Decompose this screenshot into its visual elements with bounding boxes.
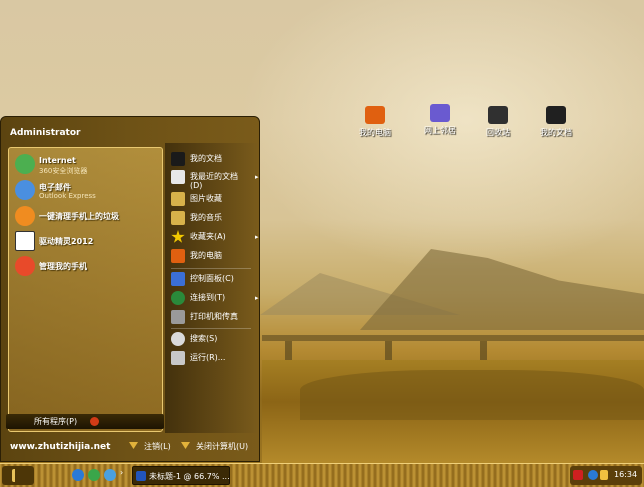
desktop-icon-network[interactable]: 网上邻居 <box>410 104 470 136</box>
quicklaunch-ie-icon[interactable] <box>104 469 116 481</box>
desktop-icon-label: 我的文档 <box>540 128 572 137</box>
menu-divider <box>171 268 251 269</box>
place-item-connect-to[interactable]: 连接到(T) ▸ <box>171 290 261 308</box>
place-item-recent-documents[interactable]: 我最近的文档(D) ▸ <box>171 169 261 191</box>
recent-documents-icon <box>171 170 185 184</box>
program-item-email[interactable]: 电子邮件 Outlook Express <box>15 180 160 202</box>
place-item-favorites[interactable]: 收藏夹(A) ▸ <box>171 229 261 247</box>
logoff-button[interactable]: 注销(L) <box>129 441 171 452</box>
program-item-internet[interactable]: Internet 360安全浏览器 <box>15 154 160 176</box>
program-subtitle: Outlook Express <box>39 192 96 200</box>
desktop-icon-label: 我的电脑 <box>359 128 391 137</box>
sogou-ime-icon[interactable] <box>573 470 583 480</box>
documents-icon <box>171 152 185 166</box>
all-programs-button[interactable]: 所有程序(P) <box>6 414 164 429</box>
quicklaunch-360-icon[interactable] <box>88 469 100 481</box>
program-item-driver-genius[interactable]: 驱动精灵2012 <box>15 231 160 253</box>
program-title: 一键清理手机上的垃圾 <box>39 212 119 221</box>
search-icon <box>171 332 185 346</box>
program-title: 驱动精灵2012 <box>39 237 94 246</box>
place-item-run[interactable]: 运行(R)... <box>171 350 261 368</box>
place-label: 我的音乐 <box>190 213 222 222</box>
user-name: Administrator <box>10 128 81 138</box>
documents-folder-icon <box>546 106 566 124</box>
place-item-printers[interactable]: 打印机和传真 <box>171 309 261 327</box>
program-subtitle: 360安全浏览器 <box>39 167 88 175</box>
places-panel: 我的文档 我最近的文档(D) ▸ 图片收藏 我的音乐 收藏夹(A) ▸ 我的电脑… <box>165 143 259 433</box>
logoff-icon <box>129 442 138 449</box>
quicklaunch-browser-icon[interactable] <box>72 469 84 481</box>
desktop-icon-recycle-bin[interactable]: 回收站 <box>468 106 528 138</box>
clock[interactable]: 16:34 <box>614 470 637 479</box>
taskbar: › 未标题-1 @ 66.7% ... 16:34 <box>0 463 644 487</box>
start-logo-icon <box>12 469 22 482</box>
desktop-icon-my-documents[interactable]: 我的文档 <box>526 106 586 138</box>
my-computer-icon <box>171 249 185 263</box>
pinned-programs-panel: Internet 360安全浏览器 电子邮件 Outlook Express 一… <box>8 147 163 432</box>
control-panel-icon <box>171 272 185 286</box>
all-programs-label: 所有程序(P) <box>34 417 78 426</box>
website-label: www.zhutizhijia.net <box>10 442 111 452</box>
outlook-express-icon <box>15 180 35 200</box>
place-label: 搜索(S) <box>190 334 218 343</box>
desktop-icon-my-computer[interactable]: 我的电脑 <box>345 106 405 138</box>
logoff-label: 注销(L) <box>144 442 171 451</box>
place-item-music[interactable]: 我的音乐 <box>171 210 261 228</box>
run-icon <box>171 351 185 365</box>
security-icon[interactable] <box>600 470 608 480</box>
photoshop-icon <box>136 471 146 481</box>
place-label: 控制面板(C) <box>190 274 234 283</box>
wallpaper-bridge <box>262 335 644 341</box>
taskbar-window-button[interactable]: 未标题-1 @ 66.7% ... <box>132 466 230 485</box>
computer-icon <box>365 106 385 124</box>
place-item-pictures[interactable]: 图片收藏 <box>171 191 261 209</box>
network-status-icon[interactable] <box>588 470 598 480</box>
submenu-arrow-icon: ▸ <box>255 294 259 302</box>
printer-icon <box>171 310 185 324</box>
shutdown-icon <box>181 442 190 449</box>
start-button[interactable] <box>2 466 34 485</box>
driver-genius-icon <box>15 231 35 251</box>
program-title: 管理我的手机 <box>39 262 87 271</box>
place-label: 我的文档 <box>190 154 222 163</box>
arrow-right-icon <box>90 417 99 426</box>
menu-divider <box>171 328 251 329</box>
favorites-star-icon <box>171 230 185 243</box>
place-label: 连接到(T) <box>190 293 226 302</box>
start-menu: Administrator Internet 360安全浏览器 电子邮件 Out… <box>0 116 260 462</box>
desktop-icon-label: 网上邻居 <box>424 126 456 135</box>
place-label: 运行(R)... <box>190 353 226 362</box>
place-item-search[interactable]: 搜索(S) <box>171 331 261 349</box>
program-item-phone-cleaner[interactable]: 一键清理手机上的垃圾 <box>15 206 160 228</box>
system-tray: 16:34 <box>570 466 642 485</box>
network-icon <box>430 104 450 122</box>
place-item-control-panel[interactable]: 控制面板(C) <box>171 271 261 289</box>
phone-cleaner-icon <box>15 206 35 226</box>
shutdown-label: 关闭计算机(U) <box>196 442 249 451</box>
place-item-my-documents[interactable]: 我的文档 <box>171 151 261 169</box>
quicklaunch-more-icon[interactable]: › <box>120 468 123 477</box>
connect-to-icon <box>171 291 185 305</box>
program-item-phone-manager[interactable]: 管理我的手机 <box>15 256 160 278</box>
pictures-icon <box>171 192 185 206</box>
place-label: 图片收藏 <box>190 194 222 203</box>
submenu-arrow-icon: ▸ <box>255 233 259 241</box>
wallpaper-field-shadow <box>300 370 644 420</box>
taskbar-window-label: 未标题-1 @ 66.7% ... <box>149 472 230 481</box>
music-icon <box>171 211 185 225</box>
recycle-bin-icon <box>488 106 508 124</box>
place-label: 我最近的文档(D) <box>190 172 238 190</box>
desktop-icon-label: 回收站 <box>486 128 510 137</box>
program-title: Internet <box>39 156 76 165</box>
place-label: 我的电脑 <box>190 251 222 260</box>
place-label: 打印机和传真 <box>190 312 238 321</box>
wallpaper-glow <box>200 0 644 300</box>
submenu-arrow-icon: ▸ <box>255 173 259 181</box>
phone-manager-icon <box>15 256 35 276</box>
place-item-my-computer[interactable]: 我的电脑 <box>171 248 261 266</box>
browser-360-icon <box>15 154 35 174</box>
place-label: 收藏夹(A) <box>190 232 226 241</box>
shutdown-button[interactable]: 关闭计算机(U) <box>181 441 248 452</box>
start-menu-footer: www.zhutizhijia.net 注销(L) 关闭计算机(U) <box>1 433 259 461</box>
